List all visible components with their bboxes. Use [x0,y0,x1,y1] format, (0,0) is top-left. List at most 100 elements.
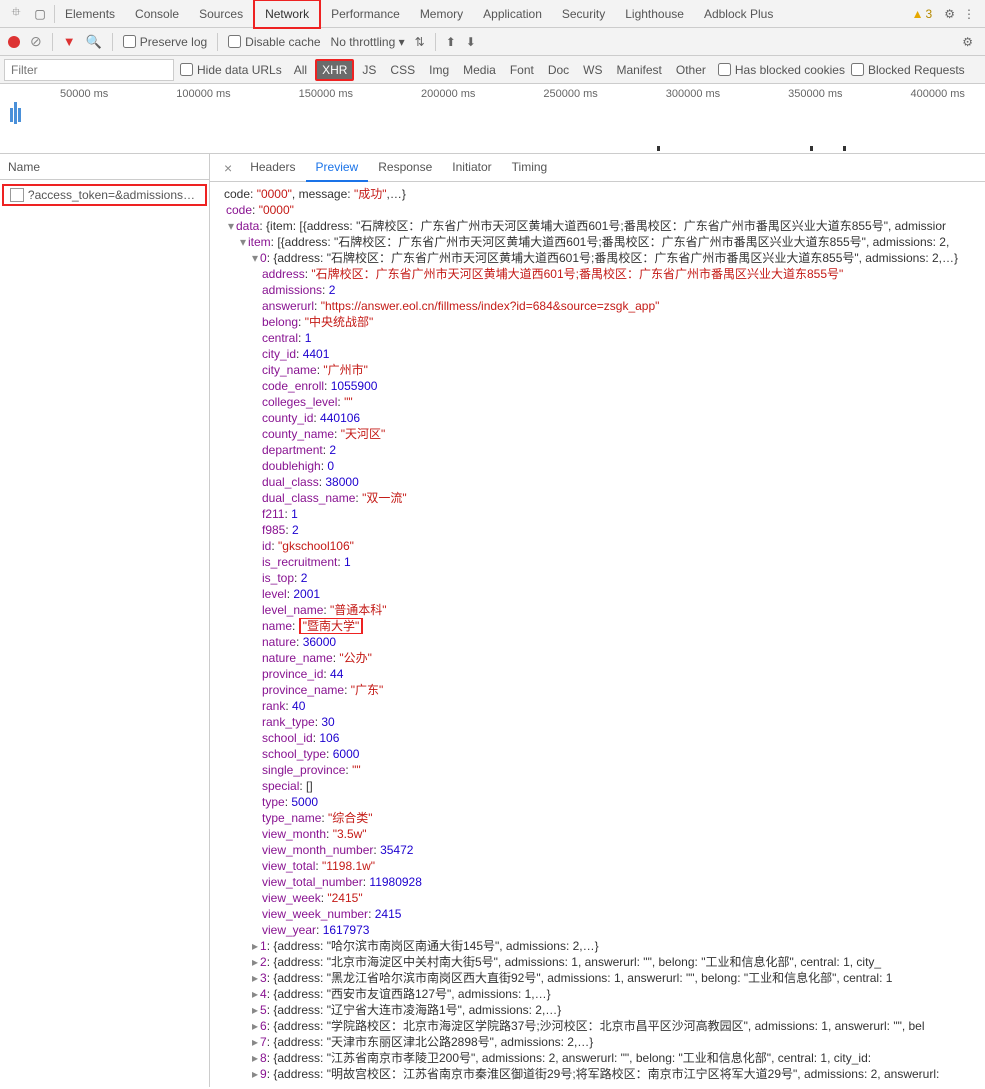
blocked-requests-checkbox[interactable]: Blocked Requests [851,63,965,77]
json-line[interactable]: special: [] [214,778,981,794]
record-button[interactable] [8,36,20,48]
filter-input[interactable] [4,59,174,81]
detail-tab-timing[interactable]: Timing [502,154,558,182]
json-line[interactable]: colleges_level: "" [214,394,981,410]
type-filter-all[interactable]: All [288,60,313,80]
json-line[interactable]: ▾item: [{address: "石牌校区：广东省广州市天河区黄埔大道西60… [214,234,981,250]
request-row[interactable]: ?access_token=&admissions=... [2,184,207,206]
filter-icon[interactable]: ▼ [63,34,76,49]
json-line[interactable]: level: 2001 [214,586,981,602]
type-filter-ws[interactable]: WS [577,60,608,80]
json-line[interactable]: single_province: "" [214,762,981,778]
json-line[interactable]: is_recruitment: 1 [214,554,981,570]
network-settings-icon[interactable]: ⚙ [962,35,973,49]
json-line[interactable]: ▾data: {item: [{address: "石牌校区：广东省广州市天河区… [214,218,981,234]
json-line[interactable]: view_month: "3.5w" [214,826,981,842]
json-line[interactable]: type_name: "综合类" [214,810,981,826]
type-filter-css[interactable]: CSS [384,60,421,80]
import-icon[interactable]: ⬆ [446,35,456,49]
json-line[interactable]: doublehigh: 0 [214,458,981,474]
json-line[interactable]: county_name: "天河区" [214,426,981,442]
more-icon[interactable]: ⋮ [963,7,975,21]
detail-tab-preview[interactable]: Preview [306,154,369,182]
json-line[interactable]: county_id: 440106 [214,410,981,426]
type-filter-doc[interactable]: Doc [542,60,575,80]
close-icon[interactable]: × [216,160,240,176]
json-line[interactable]: f985: 2 [214,522,981,538]
warning-badge[interactable]: ▲3 [912,7,933,21]
json-line[interactable]: ▾0: {address: "石牌校区：广东省广州市天河区黄埔大道西601号;番… [214,250,981,266]
json-line[interactable]: ▸9: {address: "明故宫校区：江苏省南京市秦淮区御道街29号;将军路… [214,1066,981,1082]
json-line[interactable]: view_week: "2415" [214,890,981,906]
json-line[interactable]: ▸8: {address: "江苏省南京市孝陵卫200号", admission… [214,1050,981,1066]
type-filter-media[interactable]: Media [457,60,502,80]
tab-adblock-plus[interactable]: Adblock Plus [694,1,783,27]
detail-tab-initiator[interactable]: Initiator [442,154,501,182]
json-line[interactable]: code: "0000" [214,202,981,218]
json-line[interactable]: ▸4: {address: "西安市友谊西路127号", admissions:… [214,986,981,1002]
tab-security[interactable]: Security [552,1,615,27]
json-line[interactable]: view_year: 1617973 [214,922,981,938]
requests-header[interactable]: Name [0,154,209,180]
json-line[interactable]: province_name: "广东" [214,682,981,698]
json-line[interactable]: school_type: 6000 [214,746,981,762]
tab-lighthouse[interactable]: Lighthouse [615,1,694,27]
json-line[interactable]: central: 1 [214,330,981,346]
json-preview[interactable]: code: "0000", message: "成功",…}code: "000… [210,182,985,1086]
json-line[interactable]: ▸1: {address: "哈尔滨市南岗区南通大街145号", admissi… [214,938,981,954]
search-icon[interactable]: 🔍 [86,34,102,50]
json-line[interactable]: city_id: 4401 [214,346,981,362]
type-filter-js[interactable]: JS [356,60,382,80]
network-conditions-icon[interactable]: ⇅ [415,35,425,49]
json-line[interactable]: department: 2 [214,442,981,458]
export-icon[interactable]: ⬇ [466,35,476,49]
hide-data-urls-checkbox[interactable]: Hide data URLs [180,63,282,77]
json-line[interactable]: ▸3: {address: "黑龙江省哈尔滨市南岗区西大直街92号", admi… [214,970,981,986]
tab-sources[interactable]: Sources [189,1,253,27]
json-line[interactable]: rank: 40 [214,698,981,714]
settings-icon[interactable]: ⚙ [944,7,955,21]
preserve-log-checkbox[interactable]: Preserve log [123,35,207,49]
detail-tab-response[interactable]: Response [368,154,442,182]
throttling-select[interactable]: No throttling ▾ [331,35,405,49]
json-line[interactable]: dual_class: 38000 [214,474,981,490]
type-filter-manifest[interactable]: Manifest [611,60,668,80]
json-line[interactable]: rank_type: 30 [214,714,981,730]
json-line[interactable]: dual_class_name: "双一流" [214,490,981,506]
json-line[interactable]: f211: 1 [214,506,981,522]
json-line[interactable]: province_id: 44 [214,666,981,682]
json-line[interactable]: id: "gkschool106" [214,538,981,554]
device-icon[interactable]: ▢ [30,4,50,24]
json-line[interactable]: view_total_number: 11980928 [214,874,981,890]
tab-network[interactable]: Network [253,0,321,29]
json-line[interactable]: code_enroll: 1055900 [214,378,981,394]
type-filter-font[interactable]: Font [504,60,540,80]
json-line[interactable]: address: "石牌校区：广东省广州市天河区黄埔大道西601号;番禺校区：广… [214,266,981,282]
json-line[interactable]: is_top: 2 [214,570,981,586]
json-line[interactable]: ▸2: {address: "北京市海淀区中关村南大街5号", admissio… [214,954,981,970]
tab-performance[interactable]: Performance [321,1,410,27]
json-line[interactable]: ▸7: {address: "天津市东丽区津北公路2898号", admissi… [214,1034,981,1050]
json-line[interactable]: name: "暨南大学" [214,618,981,634]
clear-button[interactable]: ⊘ [30,33,42,50]
type-filter-xhr[interactable]: XHR [315,59,354,81]
json-line[interactable]: school_id: 106 [214,730,981,746]
json-line[interactable]: ▸5: {address: "辽宁省大连市凌海路1号", admissions:… [214,1002,981,1018]
timeline[interactable]: 50000 ms100000 ms150000 ms200000 ms25000… [0,84,985,154]
has-blocked-cookies-checkbox[interactable]: Has blocked cookies [718,63,845,77]
json-line[interactable]: view_month_number: 35472 [214,842,981,858]
json-line[interactable]: answerurl: "https://answer.eol.cn/fillme… [214,298,981,314]
disable-cache-checkbox[interactable]: Disable cache [228,35,320,49]
json-line[interactable]: ▸6: {address: "学院路校区：北京市海淀区学院路37号;沙河校区：北… [214,1018,981,1034]
json-line[interactable]: admissions: 2 [214,282,981,298]
inspect-icon[interactable]: ⯐ [6,4,26,24]
json-line[interactable]: type: 5000 [214,794,981,810]
json-line[interactable]: level_name: "普通本科" [214,602,981,618]
detail-tab-headers[interactable]: Headers [240,154,305,182]
json-line[interactable]: view_week_number: 2415 [214,906,981,922]
json-line[interactable]: code: "0000", message: "成功",…} [214,186,981,202]
type-filter-img[interactable]: Img [423,60,455,80]
type-filter-other[interactable]: Other [670,60,712,80]
tab-memory[interactable]: Memory [410,1,473,27]
tab-application[interactable]: Application [473,1,552,27]
